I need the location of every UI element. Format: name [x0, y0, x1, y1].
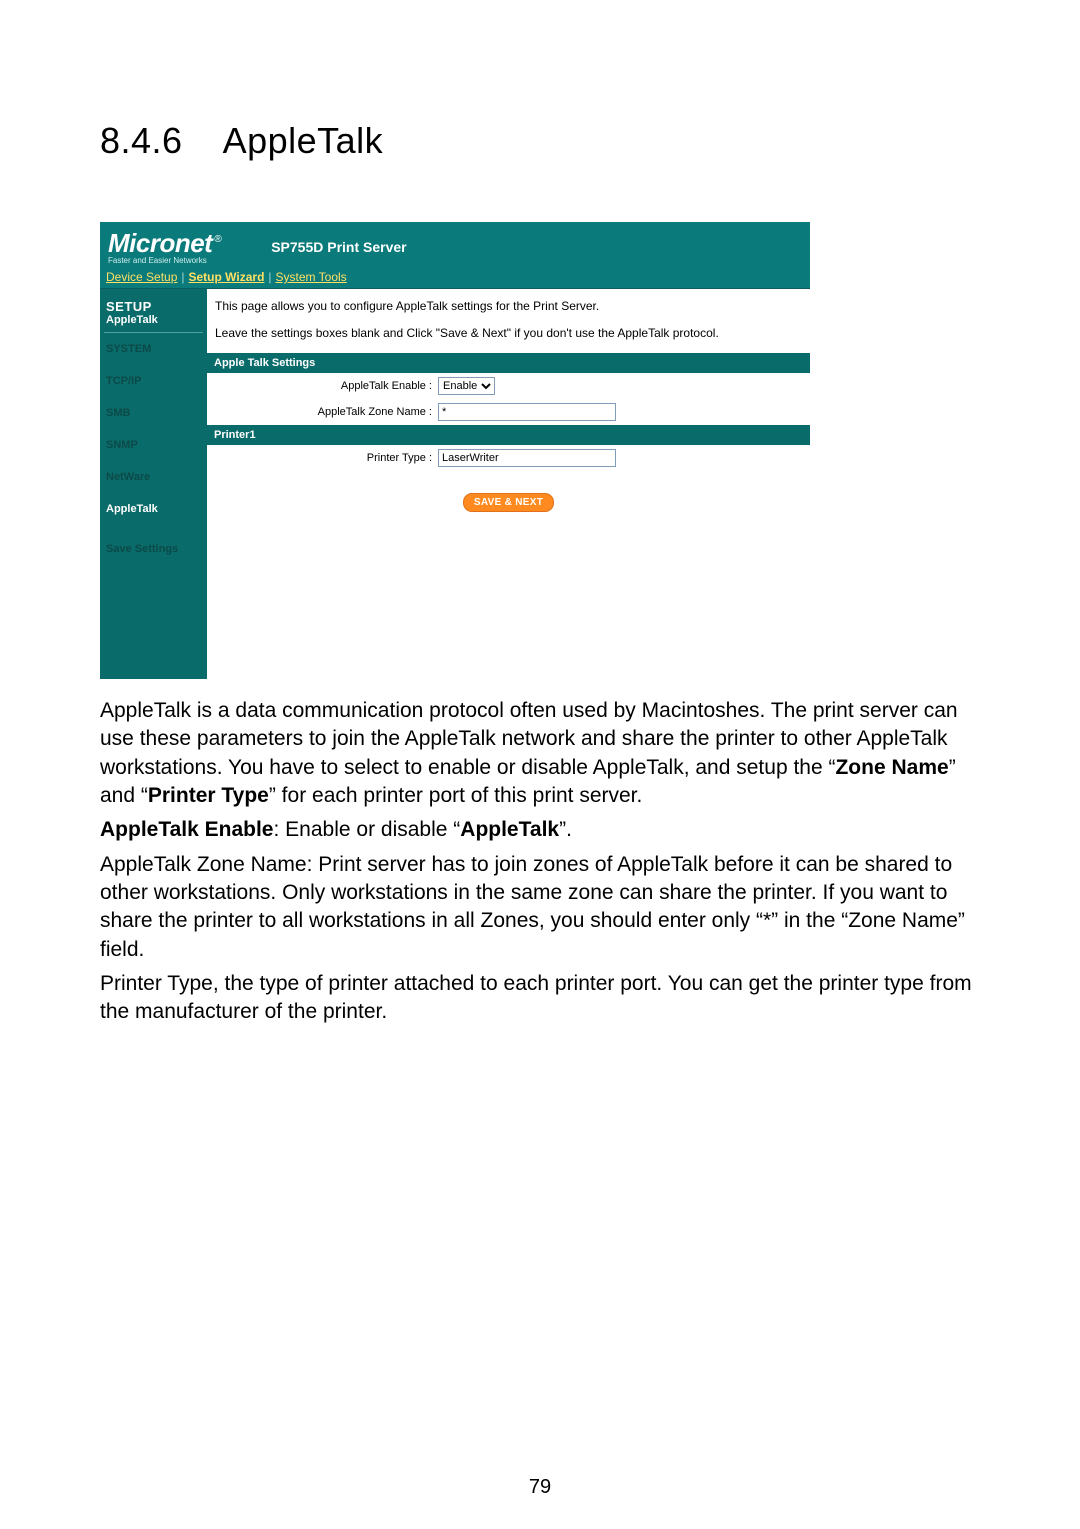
product-name: SP755D Print Server	[271, 239, 406, 255]
section-printer1: Printer1	[207, 425, 810, 445]
label-zone-name: AppleTalk Zone Name :	[213, 406, 438, 418]
section-number: 8.4.6	[100, 120, 183, 162]
ui-body: SETUP AppleTalk SYSTEM TCP/IP SMB SNMP N…	[100, 289, 810, 679]
sidebar-item-snmp[interactable]: SNMP	[104, 429, 203, 461]
top-nav: Device Setup|Setup Wizard|System Tools	[100, 268, 810, 289]
sidebar-item-tcpip[interactable]: TCP/IP	[104, 365, 203, 397]
page-number: 79	[0, 1476, 1080, 1499]
sidebar-item-system[interactable]: SYSTEM	[104, 333, 203, 365]
brand-name: Micronet	[108, 228, 212, 258]
label-printer-type: Printer Type :	[213, 452, 438, 464]
row-zone-name: AppleTalk Zone Name :	[207, 399, 810, 425]
row-appletalk-enable: AppleTalk Enable : Enable	[207, 373, 810, 399]
sidebar: SETUP AppleTalk SYSTEM TCP/IP SMB SNMP N…	[100, 289, 207, 679]
section-title: AppleTalk	[223, 120, 384, 161]
input-printer-type[interactable]	[438, 449, 616, 467]
nav-device-setup[interactable]: Device Setup	[106, 270, 177, 284]
content-intro: This page allows you to configure AppleT…	[207, 289, 810, 353]
nav-sep: |	[181, 270, 184, 284]
ui-header: Micronet® Faster and Easier Networks SP7…	[100, 222, 810, 268]
input-zone-name[interactable]	[438, 403, 616, 421]
sidebar-item-netware[interactable]: NetWare	[104, 461, 203, 493]
nav-sep: |	[268, 270, 271, 284]
brand-tagline: Faster and Easier Networks	[108, 257, 221, 265]
label-appletalk-enable: AppleTalk Enable :	[213, 380, 438, 392]
section-heading: 8.4.6 AppleTalk	[100, 120, 980, 162]
row-printer-type: Printer Type :	[207, 445, 810, 471]
sidebar-subtitle: AppleTalk	[104, 314, 203, 333]
select-appletalk-enable[interactable]: Enable	[438, 377, 495, 395]
content-intro-line1: This page allows you to configure AppleT…	[215, 297, 802, 316]
body-text: AppleTalk is a data communication protoc…	[100, 697, 980, 1027]
paragraph-1: AppleTalk is a data communication protoc…	[100, 697, 980, 810]
content-intro-line2: Leave the settings boxes blank and Click…	[215, 324, 802, 343]
save-next-button[interactable]: SAVE & NEXT	[463, 493, 554, 512]
sidebar-setup-head: SETUP	[104, 295, 203, 314]
ui-screenshot: Micronet® Faster and Easier Networks SP7…	[100, 222, 810, 679]
nav-system-tools[interactable]: System Tools	[276, 270, 347, 284]
sidebar-item-save-settings[interactable]: Save Settings	[104, 533, 203, 565]
sidebar-item-smb[interactable]: SMB	[104, 397, 203, 429]
paragraph-4: Printer Type, the type of printer attach…	[100, 970, 980, 1027]
brand-logo: Micronet® Faster and Easier Networks	[108, 230, 221, 265]
paragraph-2: AppleTalk Enable: Enable or disable “App…	[100, 816, 980, 844]
paragraph-3: AppleTalk Zone Name: Print server has to…	[100, 851, 980, 964]
section-appletalk-settings: Apple Talk Settings	[207, 353, 810, 373]
nav-setup-wizard[interactable]: Setup Wizard	[189, 270, 265, 284]
sidebar-item-appletalk[interactable]: AppleTalk	[104, 493, 203, 525]
brand-registered: ®	[214, 234, 221, 245]
save-next-row: SAVE & NEXT	[207, 471, 810, 552]
content-area: This page allows you to configure AppleT…	[207, 289, 810, 679]
